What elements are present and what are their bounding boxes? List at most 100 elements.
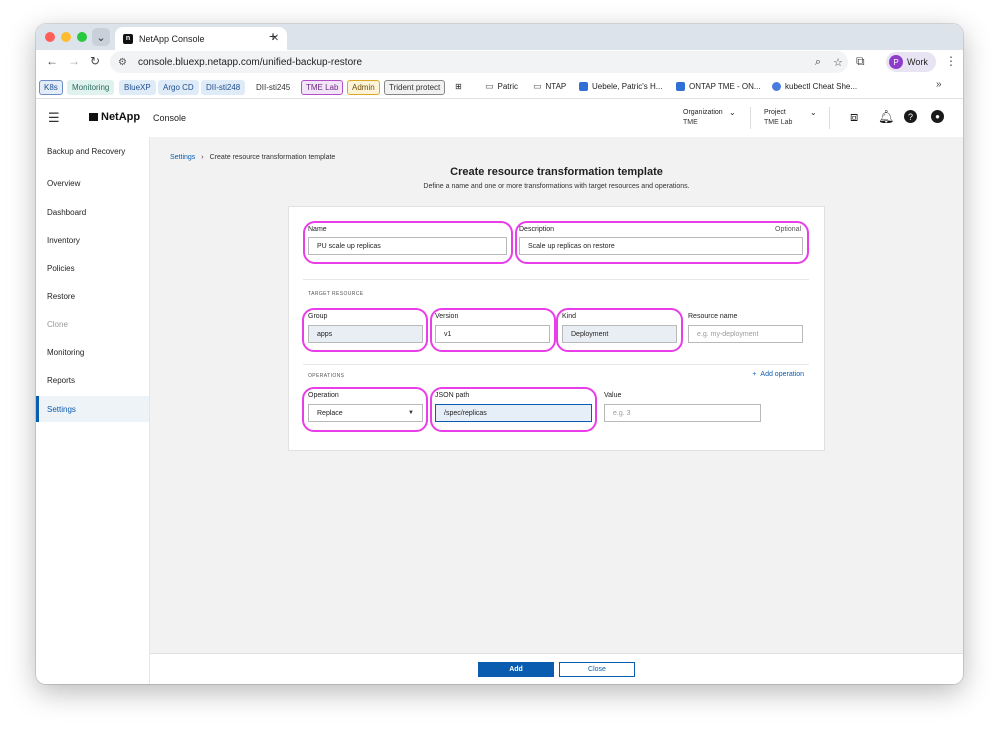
sidebar-item-policies[interactable]: Policies <box>36 255 149 281</box>
bell-icon[interactable]: 🔔︎ <box>878 109 895 125</box>
extensions-icon[interactable]: ⧉ <box>856 54 865 69</box>
bookmark-chip[interactable]: BlueXP <box>119 80 156 95</box>
netapp-favicon-icon: n <box>123 33 133 44</box>
zoom-icon[interactable]: ⌕ <box>808 56 828 69</box>
description-label: Description <box>519 226 555 233</box>
value-label: Value <box>604 392 622 399</box>
minimize-window-button[interactable] <box>61 32 71 42</box>
browser-menu-icon[interactable]: ⋮ <box>945 54 957 68</box>
target-resource-heading: TARGET RESOURCE <box>308 291 364 297</box>
connector-icon[interactable]: ⧈ <box>850 109 858 125</box>
operation-select[interactable]: Replace ▼ <box>308 404 423 422</box>
operation-selected-value: Replace <box>317 409 343 417</box>
organization-selector[interactable]: Organization TME ⌄ <box>683 108 736 128</box>
apps-grid-icon[interactable]: ⊞ <box>455 80 462 93</box>
page-subtitle: Define a name and one or more transforma… <box>423 183 690 190</box>
bookmark-chip[interactable]: Monitoring <box>67 80 115 95</box>
site-settings-icon[interactable]: ⚙ <box>118 57 132 68</box>
json-path-input[interactable]: /spec/replicas <box>435 404 592 422</box>
project-value: TME Lab <box>764 119 793 126</box>
folder-icon: ▭ <box>485 81 494 91</box>
bookmark-chip[interactable]: Admin <box>347 80 380 95</box>
bookmark-chip[interactable]: DII-sti245 <box>251 80 296 95</box>
url-text[interactable]: console.bluexp.netapp.com/unified-backup… <box>138 57 808 68</box>
sidebar-item-inventory[interactable]: Inventory <box>36 227 149 253</box>
add-operation-button[interactable]: + Add operation <box>752 371 804 378</box>
version-input[interactable]: v1 <box>435 325 550 343</box>
value-input[interactable]: e.g. 3 <box>604 404 761 422</box>
resource-name-input[interactable]: e.g. my-deployment <box>688 325 803 343</box>
breadcrumb-current: Create resource transformation template <box>209 154 336 161</box>
bookmark-link[interactable]: ONTAP TME - ON... <box>676 80 761 93</box>
sidebar-item-reports[interactable]: Reports <box>36 367 149 393</box>
sidebar-item-clone: Clone <box>47 319 68 329</box>
forward-arrow-icon[interactable]: → <box>68 54 80 68</box>
divider <box>303 279 809 280</box>
sidebar-item-overview[interactable]: Overview <box>36 170 149 196</box>
project-selector[interactable]: Project TME Lab ⌄ <box>764 108 817 128</box>
maximize-window-button[interactable] <box>77 32 87 42</box>
add-button[interactable]: Add <box>478 662 554 677</box>
address-bar[interactable]: ⚙ console.bluexp.netapp.com/unified-back… <box>110 51 848 73</box>
bookmark-link[interactable]: Uebele, Patric's H... <box>579 80 662 93</box>
divider <box>303 364 809 365</box>
breadcrumb-separator: › <box>201 154 204 161</box>
kind-label: Kind <box>562 313 577 320</box>
chevron-down-icon: ⌄ <box>729 108 736 117</box>
bookmarks-bar: K8s Monitoring BlueXP Argo CD DII-sti248… <box>36 74 963 99</box>
bookmark-chip[interactable]: DII-sti248 <box>201 80 246 95</box>
tab-search-icon[interactable]: ⌄ <box>92 28 110 46</box>
breadcrumb-settings-link[interactable]: Settings <box>170 154 195 161</box>
close-window-button[interactable] <box>45 32 55 42</box>
sidebar-item-dashboard[interactable]: Dashboard <box>36 199 149 225</box>
sidebar: Backup and Recovery Overview Dashboard I… <box>36 137 150 684</box>
sidebar-section-title: Backup and Recovery <box>47 147 126 156</box>
bookmark-folder-ntap[interactable]: ▭ NTAP <box>533 80 566 93</box>
kind-input[interactable]: Deployment <box>562 325 677 343</box>
tab-title: NetApp Console <box>139 33 205 44</box>
profile-name: Work <box>907 57 928 67</box>
bookmark-chip[interactable]: K8s <box>39 80 63 95</box>
close-button[interactable]: Close <box>559 662 635 677</box>
version-label: Version <box>435 313 459 320</box>
sidebar-item-settings[interactable]: Settings <box>36 396 149 422</box>
bookmark-chip[interactable]: Trident protect <box>384 80 446 95</box>
sidebar-item-monitoring[interactable]: Monitoring <box>36 339 149 365</box>
back-arrow-icon[interactable]: ← <box>46 54 58 68</box>
kubernetes-icon <box>772 82 781 91</box>
bookmark-link[interactable]: kubectl Cheat She... <box>772 80 857 93</box>
divider <box>829 107 830 129</box>
help-icon[interactable]: ? <box>904 110 917 123</box>
bookmark-folder-patric[interactable]: ▭ Patric <box>485 80 518 93</box>
tab-strip: ⌄ n NetApp Console ✕ + <box>36 24 963 50</box>
netapp-mark-icon <box>89 113 98 121</box>
description-input[interactable]: Scale up replicas on restore <box>519 237 803 255</box>
group-input[interactable]: apps <box>308 325 423 343</box>
hamburger-menu-icon[interactable]: ☰ <box>48 110 60 126</box>
window-controls <box>45 32 87 42</box>
app-header: ☰ NetApp Console Organization TME ⌄ Proj… <box>36 99 963 138</box>
name-input[interactable]: PU scale up replicas <box>308 237 507 255</box>
template-form-card: Name PU scale up replicas Description Op… <box>288 206 825 451</box>
bookmarks-overflow-icon[interactable]: » <box>936 79 942 90</box>
product-name: Console <box>153 113 187 123</box>
netapp-logo[interactable]: NetApp <box>89 111 140 123</box>
main-content: Settings › Create resource transformatio… <box>150 137 963 653</box>
folder-icon: ▭ <box>533 81 542 91</box>
user-account-icon[interactable]: ● <box>931 110 944 123</box>
new-tab-icon[interactable]: + <box>269 28 277 44</box>
reload-icon[interactable]: ↻ <box>90 54 100 68</box>
bookmark-chip[interactable]: TME Lab <box>301 80 344 95</box>
bookmark-star-icon[interactable]: ☆ <box>828 56 848 69</box>
plus-icon: + <box>752 371 759 378</box>
json-path-label: JSON path <box>435 392 470 399</box>
sidebar-item-restore[interactable]: Restore <box>36 283 149 309</box>
operation-label: Operation <box>308 392 339 399</box>
description-optional-label: Optional <box>775 226 802 233</box>
name-label: Name <box>308 226 327 233</box>
form-footer: Add Close <box>150 653 963 684</box>
group-label: Group <box>308 313 328 320</box>
browser-tab[interactable]: n NetApp Console ✕ <box>115 27 287 50</box>
profile-button[interactable]: P Work <box>886 52 936 72</box>
bookmark-chip[interactable]: Argo CD <box>158 80 199 95</box>
